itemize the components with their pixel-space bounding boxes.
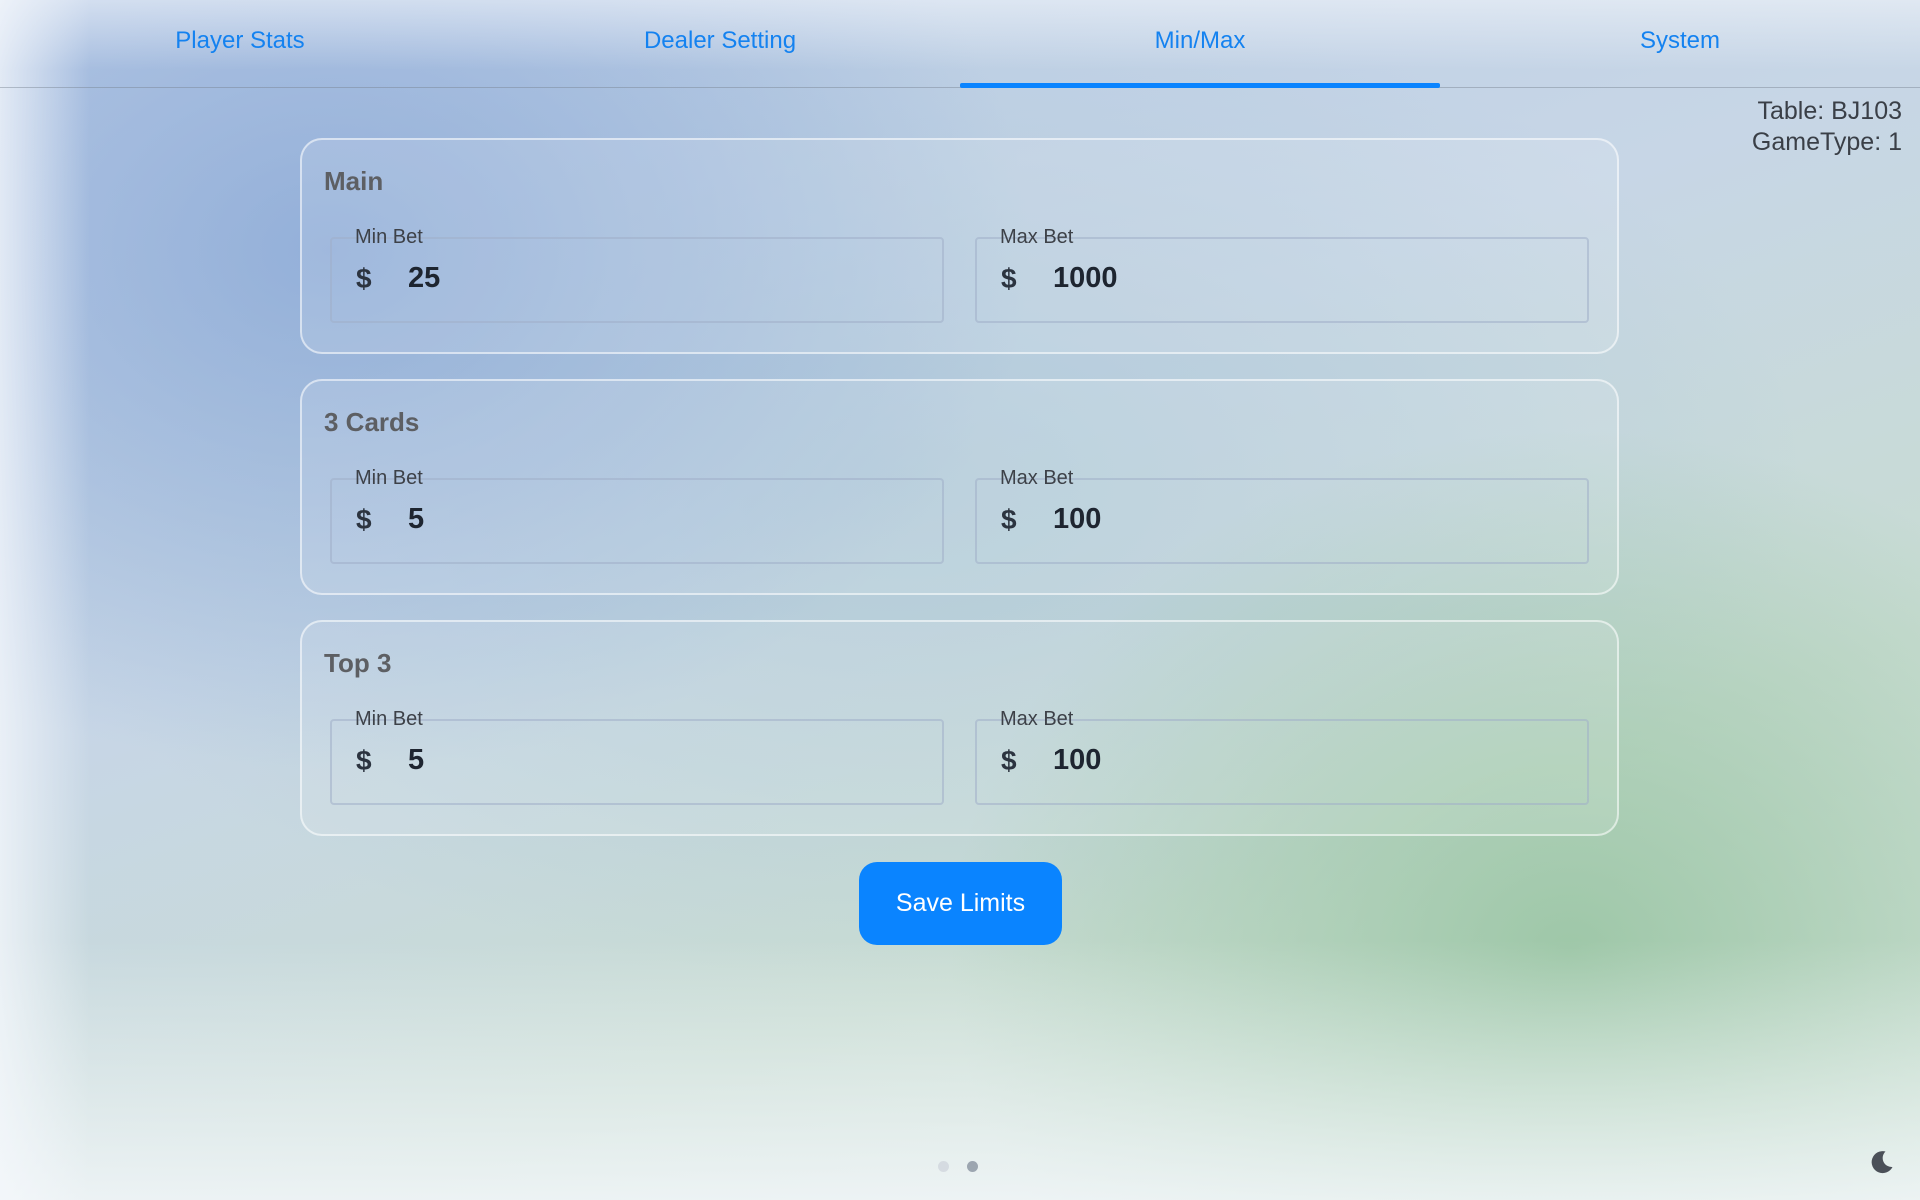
tab-label: Min/Max	[1154, 26, 1246, 54]
max-bet-input[interactable]	[1053, 256, 1553, 300]
moon-icon[interactable]	[1868, 1148, 1896, 1176]
min-bet-input[interactable]	[408, 497, 908, 541]
max-bet-input[interactable]	[1053, 497, 1553, 541]
currency-symbol: $	[356, 504, 372, 535]
max-bet-label: Max Bet	[1000, 467, 1074, 489]
min-bet-input[interactable]	[408, 738, 908, 782]
limits-card-3-cards: 3 Cards Min Bet $ Max Bet $	[300, 379, 1619, 595]
page-dot-2[interactable]	[967, 1161, 978, 1172]
table-info: Table: BJ103 GameType: 1	[1752, 96, 1902, 158]
currency-symbol: $	[356, 263, 372, 294]
save-limits-button[interactable]: Save Limits	[859, 862, 1062, 945]
tab-dealer-setting[interactable]: Dealer Setting	[480, 0, 960, 87]
min-bet-label: Min Bet	[355, 467, 423, 489]
card-title: 3 Cards	[324, 407, 420, 437]
tab-bar: Player Stats Dealer Setting Min/Max Syst…	[0, 0, 1920, 88]
page-indicator	[938, 1161, 978, 1172]
max-bet-field: Max Bet $	[975, 226, 1589, 323]
limits-card-top-3: Top 3 Min Bet $ Max Bet $	[300, 620, 1619, 836]
max-bet-label: Max Bet	[1000, 226, 1074, 248]
page-dot-1[interactable]	[938, 1161, 949, 1172]
min-bet-field: Min Bet $	[330, 226, 944, 323]
max-bet-field: Max Bet $	[975, 708, 1589, 805]
min-bet-label: Min Bet	[355, 708, 423, 730]
game-type: GameType: 1	[1751, 128, 1902, 156]
tab-player-stats[interactable]: Player Stats	[0, 0, 480, 87]
card-title: Top 3	[324, 648, 392, 678]
currency-symbol: $	[1001, 504, 1017, 535]
tab-label: System	[1639, 26, 1720, 54]
max-bet-label: Max Bet	[1000, 708, 1074, 730]
max-bet-field: Max Bet $	[975, 467, 1589, 564]
min-bet-input[interactable]	[408, 256, 908, 300]
card-title: Main	[324, 166, 384, 196]
currency-symbol: $	[1001, 745, 1017, 776]
currency-symbol: $	[1001, 263, 1017, 294]
currency-symbol: $	[356, 745, 372, 776]
min-bet-field: Min Bet $	[330, 467, 944, 564]
min-bet-field: Min Bet $	[330, 708, 944, 805]
tab-min-max[interactable]: Min/Max	[960, 0, 1440, 88]
tab-label: Dealer Setting	[643, 26, 797, 54]
tab-system[interactable]: System	[1440, 0, 1920, 87]
max-bet-input[interactable]	[1053, 738, 1553, 782]
limits-card-main: Main Min Bet $ Max Bet $	[300, 138, 1619, 354]
tab-label: Player Stats	[175, 26, 305, 54]
table-id: Table: BJ103	[1757, 97, 1902, 125]
min-bet-label: Min Bet	[355, 226, 423, 248]
